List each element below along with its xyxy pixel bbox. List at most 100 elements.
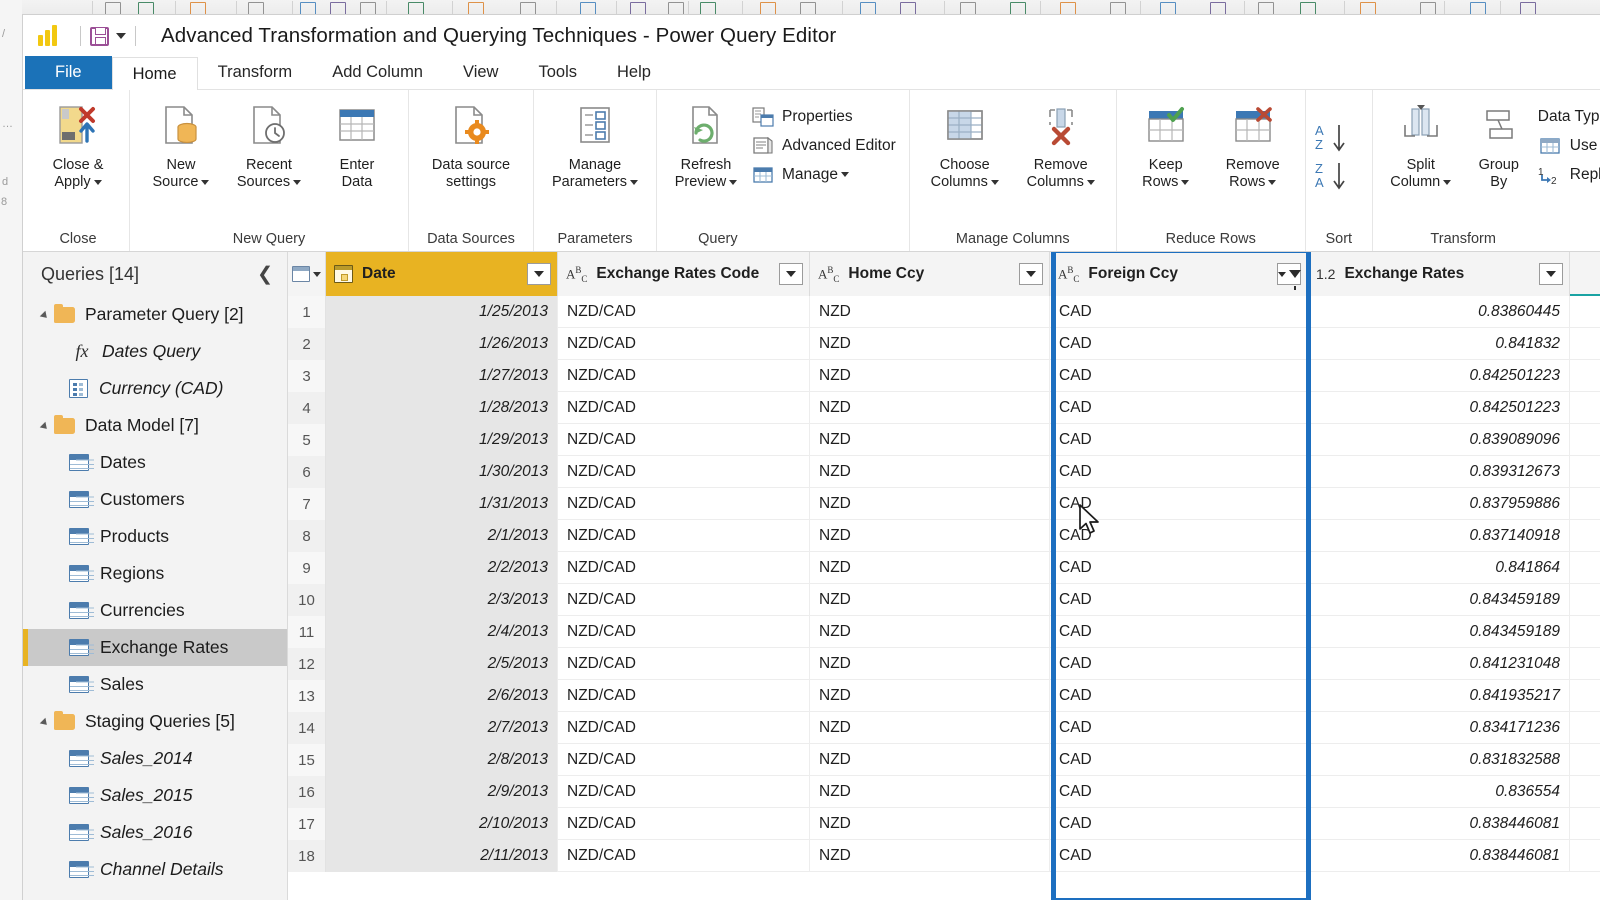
cell-foreign[interactable]: CAD — [1050, 776, 1308, 808]
cell-home[interactable]: NZD — [810, 392, 1050, 424]
cell-rate[interactable]: 0.83860445 — [1308, 296, 1570, 328]
cell-home[interactable]: NZD — [810, 808, 1050, 840]
query-item-products[interactable]: Products — [23, 518, 287, 555]
chevron-down-icon[interactable] — [116, 33, 126, 39]
cell-date[interactable]: 2/8/2013 — [326, 744, 558, 776]
table-row[interactable]: 6 1/30/2013 NZD/CAD NZD CAD 0.839312673 — [288, 456, 1600, 488]
cell-date[interactable]: 1/25/2013 — [326, 296, 558, 328]
query-item-sales[interactable]: Sales — [23, 666, 287, 703]
cell-foreign[interactable]: CAD — [1050, 424, 1308, 456]
cell-foreign[interactable]: CAD — [1050, 520, 1308, 552]
table-row[interactable]: 15 2/8/2013 NZD/CAD NZD CAD 0.831832588 — [288, 744, 1600, 776]
cell-code[interactable]: NZD/CAD — [558, 584, 810, 616]
column-header-foreign-ccy[interactable]: ABC Foreign Ccy — [1050, 252, 1308, 296]
cell-rate[interactable]: 0.837140918 — [1308, 520, 1570, 552]
cell-date[interactable]: 2/2/2013 — [326, 552, 558, 584]
cell-rate[interactable]: 0.837959886 — [1308, 488, 1570, 520]
cell-date[interactable]: 2/6/2013 — [326, 680, 558, 712]
column-header-home-ccy[interactable]: ABC Home Ccy — [810, 252, 1050, 296]
cell-foreign[interactable]: CAD — [1050, 552, 1308, 584]
cell-code[interactable]: NZD/CAD — [558, 808, 810, 840]
cell-home[interactable]: NZD — [810, 328, 1050, 360]
query-item-regions[interactable]: Regions — [23, 555, 287, 592]
cell-foreign[interactable]: CAD — [1050, 392, 1308, 424]
cell-foreign[interactable]: CAD — [1050, 456, 1308, 488]
cell-code[interactable]: NZD/CAD — [558, 776, 810, 808]
cell-date[interactable]: 1/27/2013 — [326, 360, 558, 392]
cell-date[interactable]: 1/29/2013 — [326, 424, 558, 456]
expand-triangle-icon[interactable] — [39, 421, 50, 432]
cell-home[interactable]: NZD — [810, 456, 1050, 488]
cell-rate[interactable]: 0.834171236 — [1308, 712, 1570, 744]
sort-descending-button[interactable]: Z A — [1313, 159, 1349, 197]
cell-code[interactable]: NZD/CAD — [558, 552, 810, 584]
cell-foreign[interactable]: CAD — [1050, 744, 1308, 776]
table-row[interactable]: 7 1/31/2013 NZD/CAD NZD CAD 0.837959886 — [288, 488, 1600, 520]
chevron-down-icon[interactable] — [313, 271, 321, 277]
cell-date[interactable]: 2/1/2013 — [326, 520, 558, 552]
cell-rate[interactable]: 0.841935217 — [1308, 680, 1570, 712]
cell-date[interactable]: 1/31/2013 — [326, 488, 558, 520]
query-item-staging-queries-5[interactable]: Staging Queries [5] — [23, 703, 287, 740]
enter-data-button[interactable]: Enter Data — [313, 96, 401, 191]
column-filter-active-button[interactable] — [1277, 263, 1301, 290]
data-source-settings-button[interactable]: Data source settings — [416, 96, 526, 191]
tab-add-column[interactable]: Add Column — [312, 56, 443, 89]
cell-date[interactable]: 2/7/2013 — [326, 712, 558, 744]
cell-date[interactable]: 2/10/2013 — [326, 808, 558, 840]
table-row[interactable]: 17 2/10/2013 NZD/CAD NZD CAD 0.838446081 — [288, 808, 1600, 840]
cell-code[interactable]: NZD/CAD — [558, 712, 810, 744]
data-type-button[interactable]: Data Type: Date — [1536, 102, 1600, 131]
cell-home[interactable]: NZD — [810, 648, 1050, 680]
cell-home[interactable]: NZD — [810, 840, 1050, 872]
cell-home[interactable]: NZD — [810, 776, 1050, 808]
cell-code[interactable]: NZD/CAD — [558, 328, 810, 360]
group-by-button[interactable]: Group By — [1462, 96, 1536, 191]
cell-rate[interactable]: 0.838446081 — [1308, 840, 1570, 872]
expand-triangle-icon[interactable] — [39, 310, 50, 321]
cell-date[interactable]: 1/26/2013 — [326, 328, 558, 360]
remove-rows-button[interactable]: Remove Rows — [1208, 96, 1298, 191]
manage-parameters-button[interactable]: Manage Parameters — [541, 96, 649, 191]
use-first-row-as-headers-button[interactable]: Use First Row as Headers — [1536, 131, 1600, 160]
cell-code[interactable]: NZD/CAD — [558, 296, 810, 328]
cell-foreign[interactable]: CAD — [1050, 712, 1308, 744]
cell-home[interactable]: NZD — [810, 552, 1050, 584]
table-row[interactable]: 13 2/6/2013 NZD/CAD NZD CAD 0.841935217 — [288, 680, 1600, 712]
cell-code[interactable]: NZD/CAD — [558, 360, 810, 392]
query-item-dates-query[interactable]: fx Dates Query — [23, 333, 287, 370]
cell-rate[interactable]: 0.843459189 — [1308, 616, 1570, 648]
column-header-exchange-rates-code[interactable]: ABC Exchange Rates Code — [558, 252, 810, 296]
tab-file[interactable]: File — [25, 56, 112, 89]
query-item-channel-details[interactable]: Channel Details — [23, 851, 287, 888]
tab-tools[interactable]: Tools — [518, 56, 597, 89]
tab-transform[interactable]: Transform — [198, 56, 313, 89]
query-item-customers[interactable]: Customers — [23, 481, 287, 518]
table-row[interactable]: 5 1/29/2013 NZD/CAD NZD CAD 0.839089096 — [288, 424, 1600, 456]
column-filter-dropdown-button[interactable] — [779, 263, 803, 285]
close-and-apply-button[interactable]: Close & Apply — [34, 96, 122, 191]
cell-rate[interactable]: 0.838446081 — [1308, 808, 1570, 840]
table-row[interactable]: 16 2/9/2013 NZD/CAD NZD CAD 0.836554 — [288, 776, 1600, 808]
cell-foreign[interactable]: CAD — [1050, 840, 1308, 872]
cell-rate[interactable]: 0.842501223 — [1308, 360, 1570, 392]
cell-home[interactable]: NZD — [810, 360, 1050, 392]
column-header-exchange-rates[interactable]: 1.2 Exchange Rates — [1308, 252, 1570, 296]
cell-date[interactable]: 1/30/2013 — [326, 456, 558, 488]
cell-home[interactable]: NZD — [810, 424, 1050, 456]
properties-button[interactable]: Properties — [748, 102, 902, 131]
cell-code[interactable]: NZD/CAD — [558, 648, 810, 680]
cell-code[interactable]: NZD/CAD — [558, 616, 810, 648]
chevron-down-icon[interactable] — [841, 172, 850, 177]
cell-home[interactable]: NZD — [810, 680, 1050, 712]
query-item-sales-2014[interactable]: Sales_2014 — [23, 740, 287, 777]
manage-button[interactable]: Manage — [748, 160, 902, 189]
cell-date[interactable]: 1/28/2013 — [326, 392, 558, 424]
cell-home[interactable]: NZD — [810, 584, 1050, 616]
table-row[interactable]: 1 1/25/2013 NZD/CAD NZD CAD 0.83860445 — [288, 296, 1600, 328]
cell-foreign[interactable]: CAD — [1050, 584, 1308, 616]
expand-triangle-icon[interactable] — [39, 717, 50, 728]
column-filter-dropdown-button[interactable] — [1539, 263, 1563, 285]
keep-rows-button[interactable]: Keep Rows — [1124, 96, 1208, 191]
cell-home[interactable]: NZD — [810, 744, 1050, 776]
